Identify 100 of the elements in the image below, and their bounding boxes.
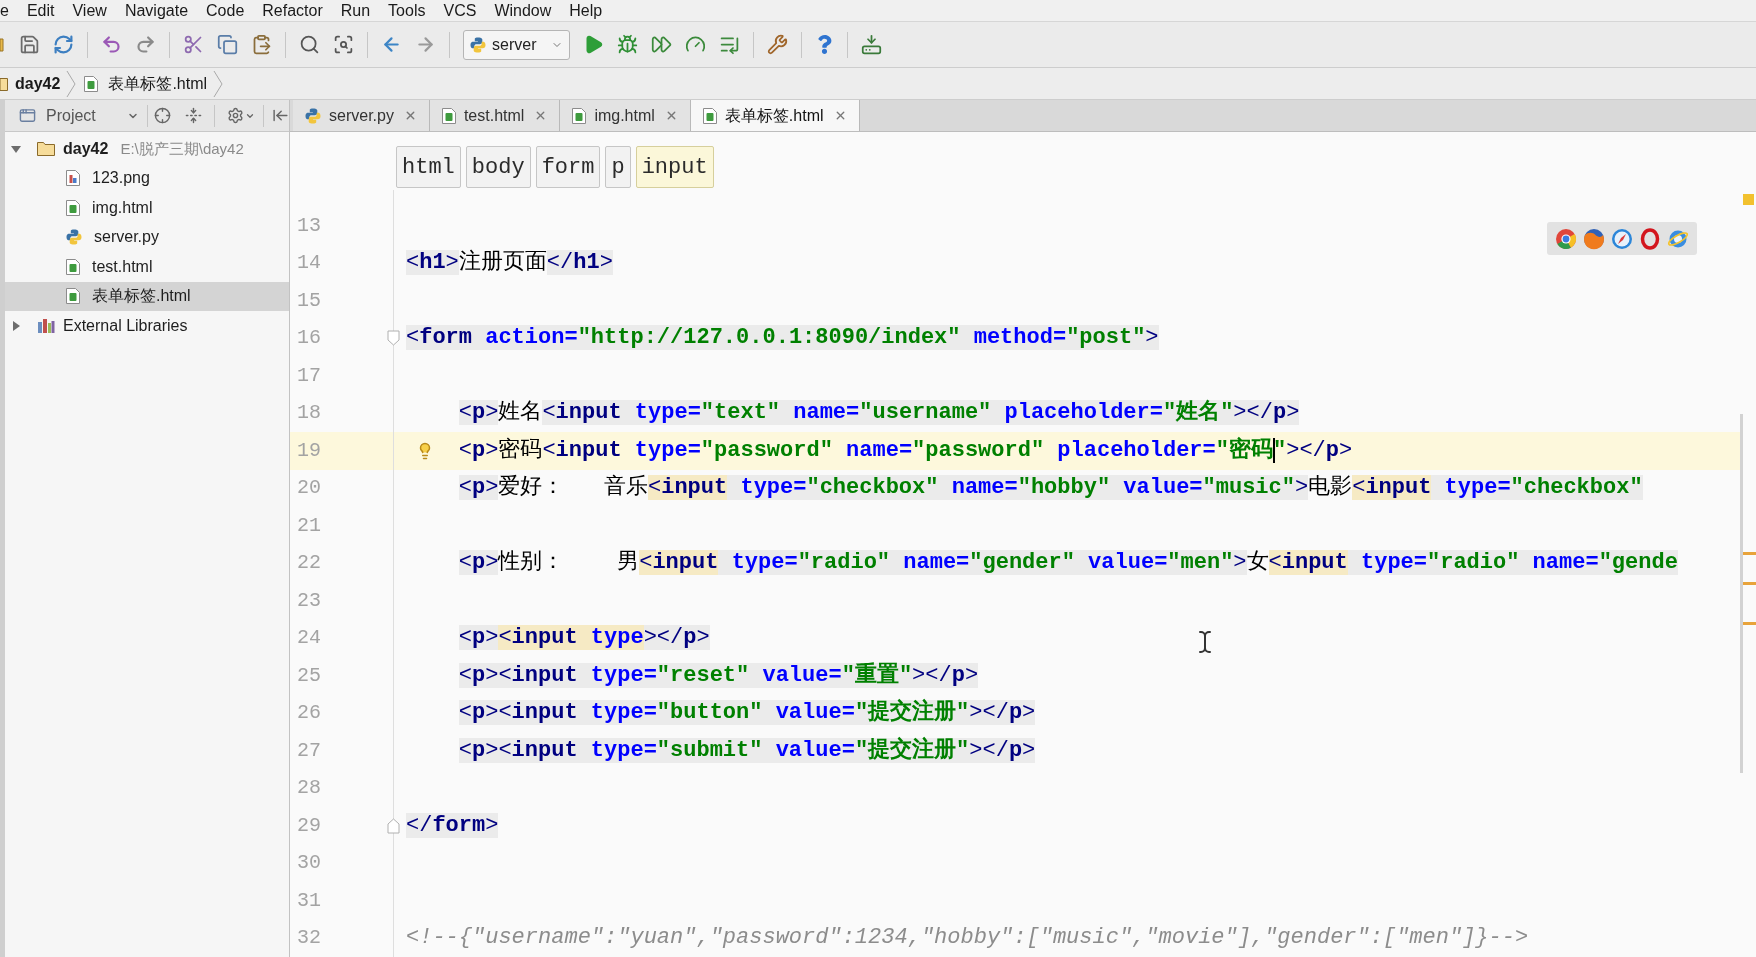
- menu-item[interactable]: Run: [340, 2, 371, 19]
- tag-path-item[interactable]: input: [635, 146, 714, 188]
- file-icon: [702, 107, 717, 124]
- bug-icon[interactable]: [617, 34, 638, 55]
- run-configuration-dropdown[interactable]: server: [463, 29, 570, 60]
- undo-icon[interactable]: [101, 34, 122, 55]
- line-number: 22: [297, 550, 321, 577]
- file-icon: [66, 199, 80, 216]
- menu-item[interactable]: Window: [494, 2, 552, 19]
- line-number: 23: [297, 587, 321, 614]
- help-icon[interactable]: [815, 35, 834, 54]
- tag-path-item[interactable]: p: [605, 146, 631, 188]
- library-icon: [37, 317, 55, 334]
- tree-item[interactable]: 表单标签.html: [5, 281, 289, 311]
- chevron-icon: [66, 69, 77, 98]
- line-number: 32: [297, 925, 321, 952]
- tag-path-item[interactable]: form: [535, 146, 601, 188]
- chevron-icon: [213, 69, 224, 98]
- file-icon: [66, 258, 80, 275]
- forward-arrow-icon[interactable]: [415, 34, 436, 55]
- line-number: 18: [297, 400, 321, 427]
- editor-tab[interactable]: test.html: [429, 100, 561, 131]
- line-number: 15: [297, 287, 321, 314]
- editor-tab[interactable]: img.html: [560, 100, 691, 131]
- tree-item[interactable]: 123.png: [5, 163, 289, 193]
- line-number: 28: [297, 775, 321, 802]
- drive-icon[interactable]: [861, 34, 882, 55]
- code-line: <!--{"username":"yuan","password":1234,"hobby":["music","movie"],"gender":["men"]}-->: [406, 924, 1529, 953]
- expand-arrow-icon[interactable]: [11, 320, 21, 331]
- menu-item[interactable]: Edit: [26, 2, 55, 19]
- tree-item[interactable]: img.html: [5, 193, 289, 223]
- script-file-icon: [305, 107, 321, 124]
- fold-marker-icon[interactable]: [387, 817, 400, 834]
- editor-tab[interactable]: 表单标签.html: [690, 100, 860, 131]
- scrollbar-thumb[interactable]: [1740, 414, 1743, 773]
- save-icon[interactable]: [19, 34, 40, 55]
- menu-item[interactable]: Code: [206, 2, 245, 19]
- browser-icon[interactable]: [1611, 227, 1633, 250]
- menu-item[interactable]: View: [72, 2, 107, 19]
- code-line: <p><input type="button" value="提交注册"></p>: [458, 698, 1036, 728]
- line-number: 25: [297, 662, 321, 689]
- wrench-icon[interactable]: [767, 34, 788, 55]
- search-text-icon[interactable]: [333, 34, 354, 55]
- code-line: <p><input type="submit" value="提交注册"></p>: [458, 736, 1036, 765]
- search-icon[interactable]: [299, 34, 320, 55]
- browser-icon[interactable]: [1583, 227, 1605, 250]
- copy-icon[interactable]: [217, 34, 238, 55]
- refresh-icon[interactable]: [53, 34, 74, 55]
- code-line: <p>爱好： 音乐<input type="checkbox" name="hobby" value="music">电影<input type="checkbox": [458, 473, 1643, 503]
- line-number: 17: [297, 362, 321, 389]
- code-line: <p>性别： 男<input type="radio" name="gender" value="men">女<input type="radio" name="gende: [458, 549, 1678, 578]
- tree-item[interactable]: day42 E:\脱产三期\day42: [5, 134, 289, 164]
- tree-item[interactable]: test.html: [5, 252, 289, 282]
- folder-path: E:\脱产三期\day42: [120, 138, 244, 159]
- collapse-icon[interactable]: [185, 107, 203, 124]
- expand-arrow-icon[interactable]: [11, 143, 21, 154]
- editor-tab[interactable]: server.py: [293, 100, 430, 131]
- code-line: <p>密码<input type="password" name="password" placeholder="密码"></p>: [458, 436, 1353, 465]
- line-number: 21: [297, 512, 321, 539]
- line-number: 24: [297, 625, 321, 652]
- browser-icon[interactable]: [1639, 227, 1661, 250]
- menu-item[interactable]: Refactor: [262, 2, 323, 19]
- code-line: <p><input type></p>: [458, 624, 710, 653]
- tag-path-item[interactable]: html: [396, 146, 461, 188]
- crosshair-icon[interactable]: [154, 107, 172, 124]
- image-file-icon: [66, 170, 80, 187]
- folder-icon: [0, 76, 8, 91]
- menu-item[interactable]: e: [0, 2, 9, 19]
- menu-item[interactable]: Tools: [388, 2, 426, 19]
- script-file-icon: [470, 36, 486, 53]
- arrow-to-line-icon[interactable]: [272, 107, 289, 124]
- cut-icon[interactable]: [183, 34, 204, 55]
- file-icon: [572, 107, 587, 124]
- file-icon: [84, 75, 99, 92]
- menu-item[interactable]: Navigate: [124, 2, 189, 19]
- line-number: 30: [297, 850, 321, 877]
- tree-item[interactable]: External Libraries: [5, 311, 289, 341]
- tag-path-item[interactable]: body: [465, 146, 531, 188]
- line-number: 13: [297, 212, 321, 239]
- fast-forward-icon[interactable]: [651, 34, 672, 55]
- paste-icon[interactable]: [251, 34, 272, 55]
- code-line: </form>: [406, 811, 499, 840]
- breadcrumb-item[interactable]: 表单标签.html: [84, 71, 208, 96]
- code-line: <p>姓名<input type="text" name="username" placeholder="姓名"></p>: [458, 398, 1300, 428]
- line-number: 29: [297, 812, 321, 839]
- menu-item[interactable]: VCS: [443, 2, 477, 19]
- line-number: 31: [297, 887, 321, 914]
- line-number: 27: [297, 737, 321, 764]
- code-line: <p><input type="reset" value="重置"></p>: [458, 661, 979, 690]
- folder-icon[interactable]: [0, 36, 6, 53]
- line-number: 20: [297, 475, 321, 502]
- redo-icon[interactable]: [135, 34, 156, 55]
- line-number: 26: [297, 700, 321, 727]
- tree-item[interactable]: server.py: [5, 222, 289, 252]
- fold-marker-icon[interactable]: [387, 330, 400, 347]
- menu-item[interactable]: Help: [569, 2, 603, 19]
- code-line: <h1>注册页面</h1>: [406, 248, 613, 278]
- breadcrumb-item[interactable]: day42: [0, 71, 61, 96]
- gear-icon[interactable]: [227, 107, 245, 124]
- browser-icon[interactable]: [1555, 227, 1577, 250]
